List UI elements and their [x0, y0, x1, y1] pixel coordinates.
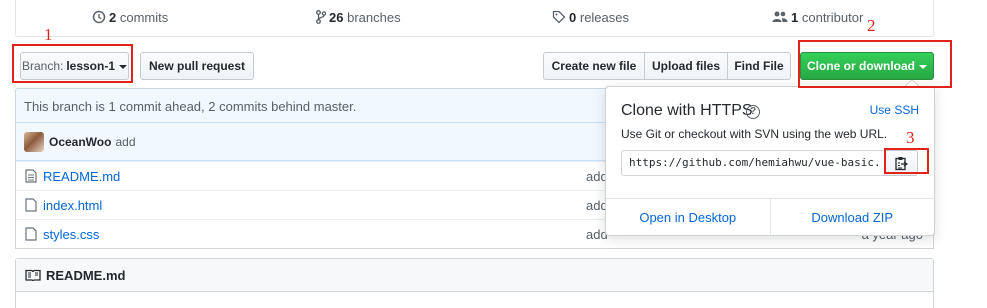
commits-stat[interactable]: 2 commits: [92, 10, 168, 25]
releases-count: 0: [569, 10, 577, 25]
branches-count: 26: [329, 10, 344, 25]
download-zip-button[interactable]: Download ZIP: [771, 199, 935, 235]
upload-files-button[interactable]: Upload files: [644, 52, 728, 80]
file-link[interactable]: styles.css: [43, 227, 99, 242]
releases-label: releases: [579, 10, 629, 25]
open-in-desktop-button[interactable]: Open in Desktop: [606, 199, 771, 235]
tag-icon: [552, 10, 566, 24]
file-link[interactable]: README.md: [43, 169, 120, 184]
readme-title: README.md: [46, 267, 126, 283]
file-icon: [25, 169, 37, 183]
commit-message[interactable]: add: [115, 135, 135, 149]
repo-stats-bar: 2 commits 26 branches 0 releases 1 contr…: [15, 0, 934, 37]
clone-url-input[interactable]: https://github.com/hemiahwu/vue-basic.: [621, 150, 884, 176]
annotation-box: [798, 40, 952, 88]
clone-title: Clone with HTTPS: [621, 102, 753, 119]
file-link[interactable]: index.html: [43, 198, 102, 213]
readme-box: README.md: [15, 258, 934, 308]
branches-stat[interactable]: 26 branches: [316, 10, 401, 25]
create-new-file-button[interactable]: Create new file: [543, 52, 645, 80]
commit-author[interactable]: OceanWoo: [49, 135, 111, 149]
annotation-number: 1: [44, 25, 53, 44]
branches-label: branches: [347, 10, 401, 25]
contributors-label: contributor: [801, 10, 864, 25]
annotation-box: [884, 148, 929, 174]
clone-description: Use Git or checkout with SVN using the w…: [621, 127, 888, 141]
annotation-number: 3: [906, 128, 915, 147]
use-ssh-link[interactable]: Use SSH: [870, 103, 919, 117]
find-file-button[interactable]: Find File: [727, 52, 791, 80]
releases-stat[interactable]: 0 releases: [552, 10, 629, 25]
file-icon: [25, 198, 37, 212]
book-icon: [25, 269, 41, 281]
clone-actions: Open in Desktop Download ZIP: [606, 198, 934, 235]
commits-label: commits: [119, 10, 169, 25]
history-icon: [92, 10, 106, 24]
people-icon: [772, 11, 788, 22]
file-icon: [25, 227, 37, 241]
question-icon[interactable]: ?: [746, 105, 760, 119]
contributors-count: 1: [791, 10, 799, 25]
avatar[interactable]: [24, 131, 44, 152]
file-actions-group: Create new file Upload files Find File: [543, 52, 791, 80]
new-pull-request-button[interactable]: New pull request: [140, 52, 254, 80]
annotation-box: [12, 44, 133, 83]
contributors-stat[interactable]: 1 contributor: [772, 10, 863, 25]
readme-header: README.md: [16, 259, 933, 292]
branch-icon: [316, 10, 327, 24]
annotation-number: 2: [867, 16, 876, 35]
commits-count: 2: [109, 10, 117, 25]
